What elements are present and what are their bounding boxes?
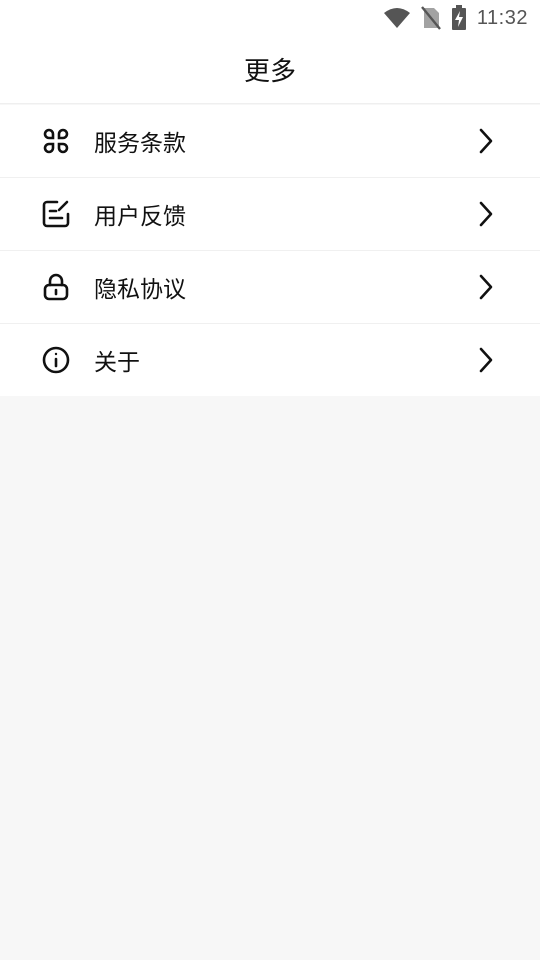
chevron-right-icon [474, 125, 498, 157]
no-sim-icon [420, 6, 441, 30]
menu-item-label: 隐私协议 [94, 277, 186, 303]
status-bar: 11:32 [0, 0, 540, 36]
command-icon [40, 125, 72, 157]
menu-item-about[interactable]: 关于 [0, 324, 540, 396]
menu-item-label: 服务条款 [94, 131, 186, 157]
lock-icon [40, 271, 72, 303]
menu-item-label: 用户反馈 [94, 204, 186, 230]
chevron-right-icon [474, 344, 498, 376]
chevron-right-icon [474, 198, 498, 230]
app-header: 更多 [0, 36, 540, 104]
screen: 11:32 更多 服务条款 用户反馈 隐私协议 关于 [0, 0, 540, 960]
menu-item-user-feedback[interactable]: 用户反馈 [0, 178, 540, 251]
info-icon [40, 344, 72, 376]
wifi-icon [383, 7, 411, 29]
menu-item-label: 关于 [94, 350, 140, 376]
status-time: 11:32 [476, 6, 528, 29]
menu-list: 服务条款 用户反馈 隐私协议 关于 [0, 105, 540, 396]
page-title: 更多 [243, 57, 296, 87]
feedback-edit-icon [40, 198, 72, 230]
battery-charging-icon [451, 5, 467, 31]
menu-item-terms-of-service[interactable]: 服务条款 [0, 105, 540, 178]
menu-item-privacy-policy[interactable]: 隐私协议 [0, 251, 540, 324]
chevron-right-icon [474, 271, 498, 303]
